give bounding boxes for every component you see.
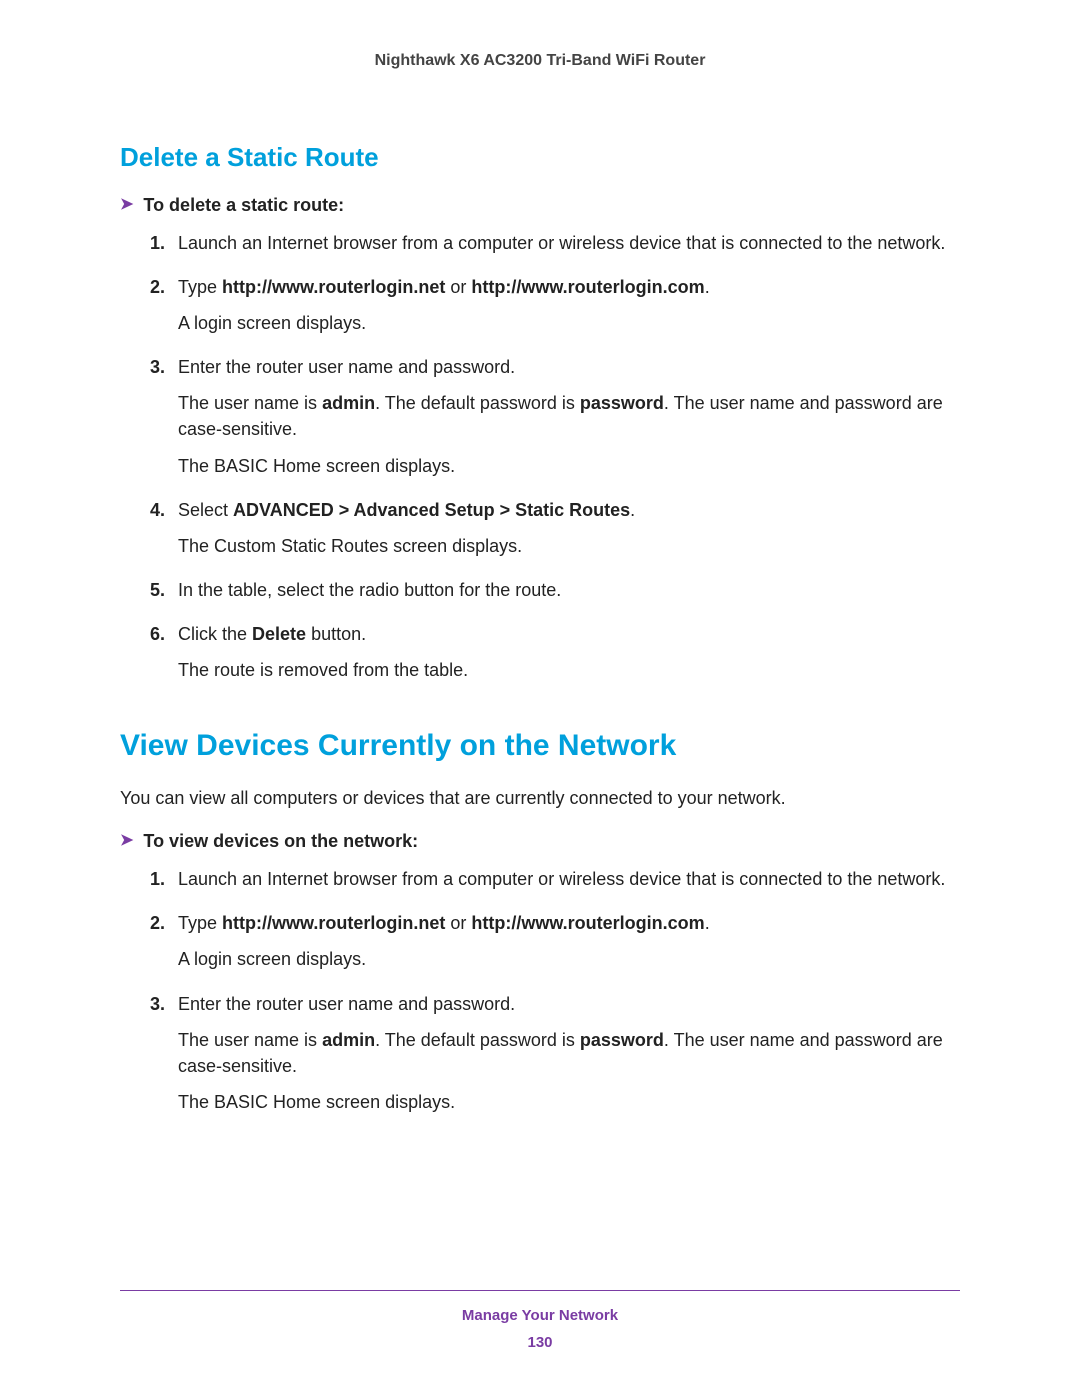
chevron-right-icon: ➤ — [120, 197, 133, 213]
step-number: 1. — [150, 866, 178, 902]
step-item: 4. Select ADVANCED > Advanced Setup > St… — [150, 497, 960, 569]
procedure-heading: ➤ To view devices on the network: — [120, 831, 960, 852]
step-text: The route is removed from the table. — [178, 657, 960, 683]
procedure-label: To view devices on the network: — [143, 831, 418, 852]
step-text: Select ADVANCED > Advanced Setup > Stati… — [178, 497, 960, 523]
step-text: Launch an Internet browser from a comput… — [178, 230, 960, 256]
step-content: Enter the router user name and password.… — [178, 991, 960, 1125]
document-page: Nighthawk X6 AC3200 Tri-Band WiFi Router… — [0, 0, 1080, 1397]
step-item: 2. Type http://www.routerlogin.net or ht… — [150, 910, 960, 982]
page-number: 130 — [120, 1334, 960, 1351]
step-content: Type http://www.routerlogin.net or http:… — [178, 274, 960, 346]
page-footer: Manage Your Network 130 — [120, 1290, 960, 1351]
step-item: 2. Type http://www.routerlogin.net or ht… — [150, 274, 960, 346]
step-number: 3. — [150, 991, 178, 1125]
heading-view-devices: View Devices Currently on the Network — [120, 729, 960, 763]
step-number: 5. — [150, 577, 178, 613]
step-number: 2. — [150, 274, 178, 346]
step-text: Type http://www.routerlogin.net or http:… — [178, 274, 960, 300]
step-content: Launch an Internet browser from a comput… — [178, 230, 960, 266]
step-text: The BASIC Home screen displays. — [178, 1089, 960, 1115]
step-text: The Custom Static Routes screen displays… — [178, 533, 960, 559]
step-content: Launch an Internet browser from a comput… — [178, 866, 960, 902]
page-header: Nighthawk X6 AC3200 Tri-Band WiFi Router — [120, 52, 960, 70]
step-text: Enter the router user name and password. — [178, 354, 960, 380]
step-item: 1. Launch an Internet browser from a com… — [150, 866, 960, 902]
steps-list: 1. Launch an Internet browser from a com… — [120, 866, 960, 1125]
step-text: Click the Delete button. — [178, 621, 960, 647]
section-intro: You can view all computers or devices th… — [120, 785, 960, 811]
step-number: 4. — [150, 497, 178, 569]
step-item: 3. Enter the router user name and passwo… — [150, 991, 960, 1125]
step-number: 6. — [150, 621, 178, 693]
step-text: The BASIC Home screen displays. — [178, 453, 960, 479]
step-text: Type http://www.routerlogin.net or http:… — [178, 910, 960, 936]
steps-list: 1. Launch an Internet browser from a com… — [120, 230, 960, 693]
step-item: 3. Enter the router user name and passwo… — [150, 354, 960, 488]
heading-delete-static-route: Delete a Static Route — [120, 142, 960, 173]
step-content: Select ADVANCED > Advanced Setup > Stati… — [178, 497, 960, 569]
step-content: In the table, select the radio button fo… — [178, 577, 960, 613]
procedure-label: To delete a static route: — [143, 195, 344, 216]
step-content: Enter the router user name and password.… — [178, 354, 960, 488]
procedure-heading: ➤ To delete a static route: — [120, 195, 960, 216]
step-text: In the table, select the radio button fo… — [178, 577, 960, 603]
step-number: 3. — [150, 354, 178, 488]
chevron-right-icon: ➤ — [120, 833, 133, 849]
step-text: A login screen displays. — [178, 946, 960, 972]
step-content: Click the Delete button. The route is re… — [178, 621, 960, 693]
step-text: The user name is admin. The default pass… — [178, 390, 960, 442]
footer-title: Manage Your Network — [120, 1307, 960, 1324]
step-text: Enter the router user name and password. — [178, 991, 960, 1017]
step-content: Type http://www.routerlogin.net or http:… — [178, 910, 960, 982]
step-text: A login screen displays. — [178, 310, 960, 336]
step-number: 1. — [150, 230, 178, 266]
step-item: 6. Click the Delete button. The route is… — [150, 621, 960, 693]
step-item: 5. In the table, select the radio button… — [150, 577, 960, 613]
step-text: The user name is admin. The default pass… — [178, 1027, 960, 1079]
step-text: Launch an Internet browser from a comput… — [178, 866, 960, 892]
step-item: 1. Launch an Internet browser from a com… — [150, 230, 960, 266]
step-number: 2. — [150, 910, 178, 982]
